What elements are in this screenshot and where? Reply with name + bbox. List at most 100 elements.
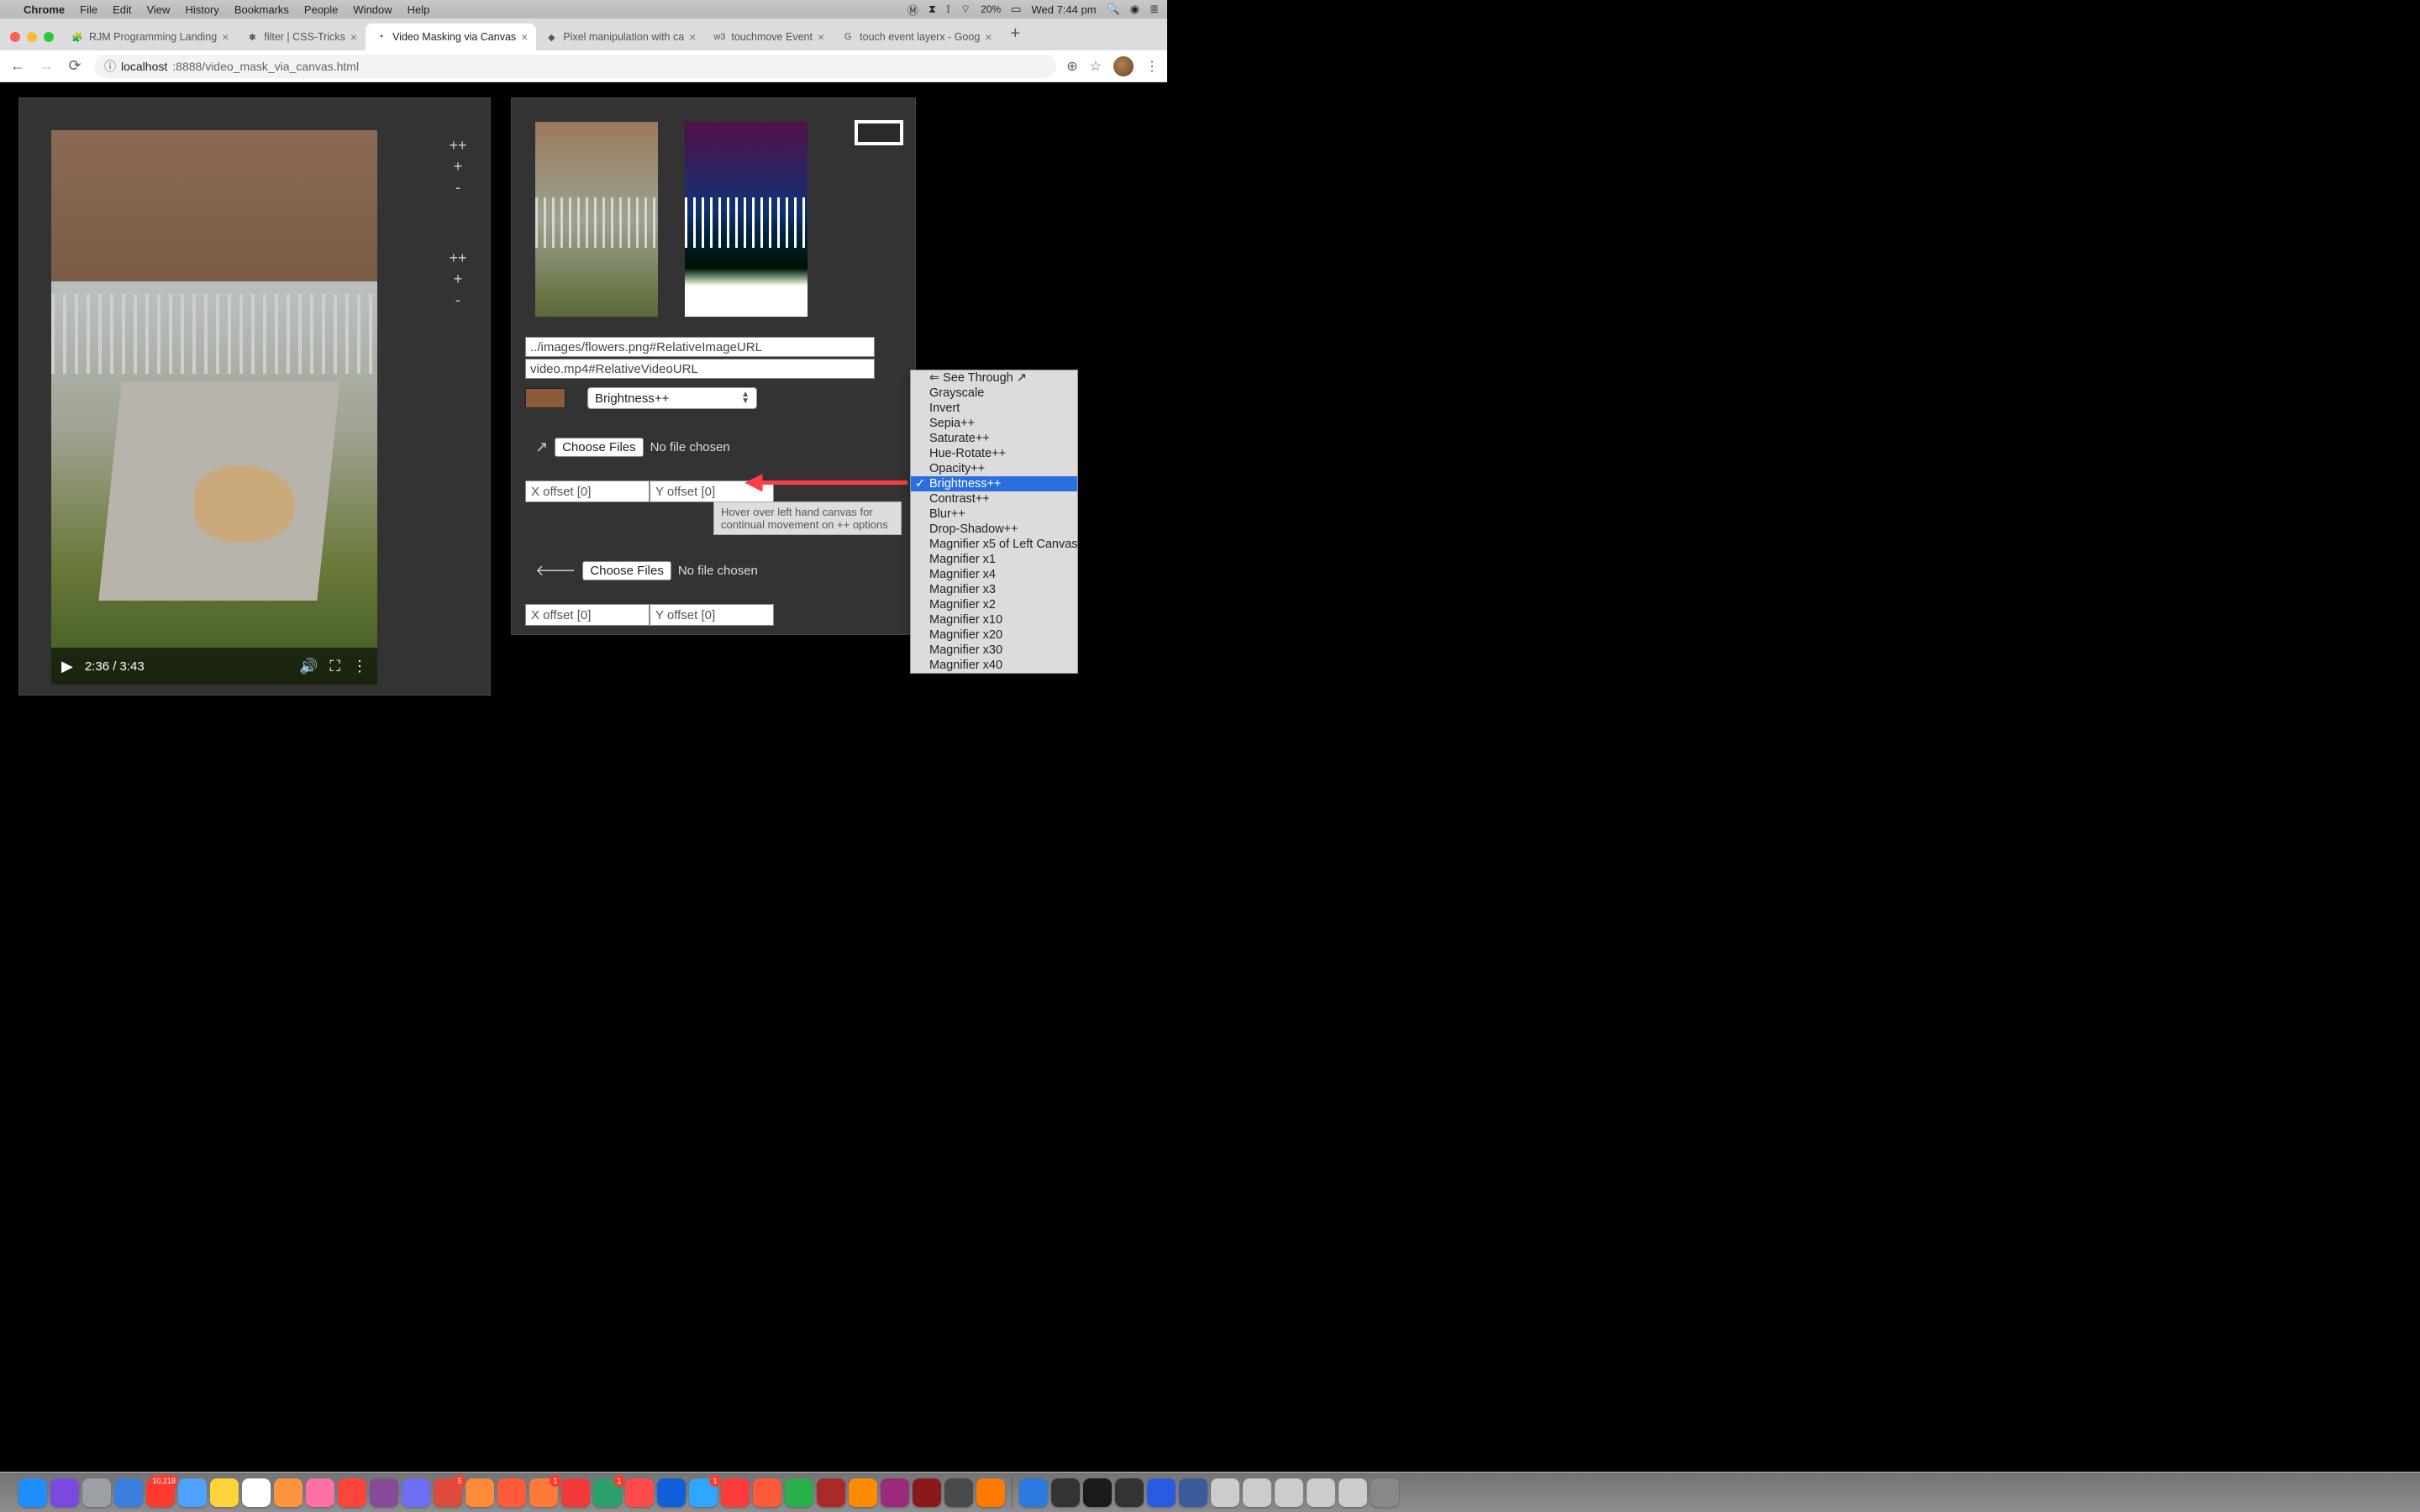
bookmark-star-icon[interactable]: ☆ [1090,58,1102,75]
tab-close-icon[interactable]: × [818,30,824,44]
browser-tab[interactable]: w3touchmove Event× [704,24,833,50]
notification-center-icon[interactable]: ≣ [1150,3,1159,16]
dock-app-icon[interactable] [114,1478,143,1507]
siri-icon[interactable]: ◉ [1130,3,1139,16]
address-bar[interactable]: ⓘ localhost:8888/video_mask_via_canvas.h… [94,55,1056,78]
dropdown-item[interactable]: Magnifier x3 [911,582,1077,597]
dropdown-item[interactable]: Magnifier x2 [911,597,1077,612]
dropdown-item[interactable]: Magnifier x40 [911,658,1077,673]
plusplus-button[interactable]: ++ [441,248,475,269]
menu-file[interactable]: File [80,3,97,16]
dock-app-icon[interactable] [849,1478,877,1507]
left-canvas-thumb[interactable] [535,122,658,317]
dropdown-item[interactable]: Magnifier x30 [911,643,1077,658]
menu-edit[interactable]: Edit [113,3,131,16]
browser-tab[interactable]: ✱filter | CSS-Tricks× [237,24,366,50]
dock-app-icon[interactable] [497,1478,526,1507]
dock-app-icon[interactable] [657,1478,686,1507]
dock-app-icon[interactable] [402,1478,430,1507]
wifi-icon[interactable]: ⌔ [960,3,971,16]
dropdown-item[interactable]: Sepia++ [911,416,1077,431]
dock-app-icon[interactable] [242,1478,271,1507]
dropdown-item[interactable]: Saturate++ [911,431,1077,446]
dropdown-item[interactable]: Blur++ [911,507,1077,522]
tab-close-icon[interactable]: × [985,30,992,44]
dock-app-icon[interactable]: 1 [593,1478,622,1507]
dock-app-icon[interactable] [817,1478,845,1507]
x-offset-input-2[interactable] [525,604,650,626]
tab-close-icon[interactable]: × [222,30,229,44]
dock-app-icon[interactable] [178,1478,207,1507]
minus-button[interactable]: - [441,290,475,311]
dock-app-icon[interactable] [976,1478,1005,1507]
dock-app-icon[interactable] [1019,1478,1048,1507]
color-swatch-box[interactable] [855,120,903,145]
x-offset-input-1[interactable] [525,480,650,502]
back-button[interactable]: ← [8,57,27,75]
menu-view[interactable]: View [146,3,170,16]
dock-app-icon[interactable] [625,1478,654,1507]
dock-app-icon[interactable] [1307,1478,1335,1507]
dock-app-icon[interactable] [50,1478,79,1507]
menu-window[interactable]: Window [353,3,392,16]
dock-app-icon[interactable] [1083,1478,1112,1507]
color-picker-swatch[interactable] [525,388,566,408]
dock-app-icon[interactable] [370,1478,398,1507]
dock-app-icon[interactable] [466,1478,494,1507]
status-icon[interactable]: Ⓜ [908,2,918,18]
dropdown-item[interactable]: Magnifier x20 [911,627,1077,643]
dock-app-icon[interactable] [210,1478,239,1507]
video-url-input[interactable] [525,359,875,379]
dropdown-item[interactable]: ⇐ See Through ↗ [911,370,1077,386]
clock[interactable]: Wed 7:44 pm [1031,3,1096,16]
new-tab-button[interactable]: + [1000,24,1030,50]
dropdown-item[interactable]: Invert [911,401,1077,416]
dock-app-icon[interactable] [1211,1478,1239,1507]
choose-files-button[interactable]: Choose Files [582,561,671,580]
tab-close-icon[interactable]: × [689,30,696,44]
image-url-input[interactable] [525,337,875,357]
browser-tab[interactable]: ◔Video Masking via Canvas× [366,24,536,50]
dropdown-item[interactable]: Drop-Shadow++ [911,522,1077,537]
fullscreen-icon[interactable]: ⛶ [329,658,340,675]
dropdown-item[interactable]: Magnifier x5 of Left Canvas [911,537,1077,552]
menu-people[interactable]: People [304,3,338,16]
dock-app-icon[interactable] [881,1478,909,1507]
play-button-icon[interactable]: ▶ [61,658,73,675]
dock-app-icon[interactable]: 1 [689,1478,718,1507]
status-icon[interactable]: ⧗ [929,3,936,16]
battery-icon[interactable]: ▭ [1011,3,1021,16]
screencast-icon[interactable]: ⟟ [946,3,950,16]
dock-app-icon[interactable]: 1 [529,1478,558,1507]
browser-tab[interactable]: Gtouch event layerx - Goog× [833,24,1000,50]
y-offset-input-2[interactable] [650,604,774,626]
profile-avatar[interactable] [1113,56,1134,76]
dropdown-item[interactable]: Grayscale [911,386,1077,401]
filter-dropdown-menu[interactable]: ⇐ See Through ↗GrayscaleInvertSepia++Sat… [910,370,1078,674]
dock-app-icon[interactable] [785,1478,813,1507]
dock-app-icon[interactable] [721,1478,750,1507]
dock-app-icon[interactable] [1051,1478,1080,1507]
dropdown-item[interactable]: Hue-Rotate++ [911,446,1077,461]
dock-app-icon[interactable]: 10,218 [146,1478,175,1507]
dock-app-icon[interactable] [1243,1478,1271,1507]
chrome-menu-icon[interactable]: ⋮ [1145,58,1159,75]
dropdown-item[interactable]: Brightness++ [911,476,1077,491]
dock-app-icon[interactable] [1147,1478,1176,1507]
minus-button[interactable]: - [441,177,475,198]
dock-app-icon[interactable] [1179,1478,1207,1507]
dock-app-icon[interactable] [753,1478,781,1507]
spotlight-icon[interactable]: 🔍 [1107,3,1120,16]
menu-bookmarks[interactable]: Bookmarks [234,3,289,16]
browser-tab[interactable]: 🧩RJM Programming Landing× [62,24,237,50]
dock-app-icon[interactable] [1370,1478,1399,1507]
dock-app-icon[interactable] [306,1478,334,1507]
browser-tab[interactable]: ◆Pixel manipulation with ca× [536,24,704,50]
site-info-icon[interactable]: ⓘ [104,58,116,75]
dropdown-item[interactable]: Magnifier x4 [911,567,1077,582]
forward-button[interactable]: → [37,57,55,75]
dock-app-icon[interactable] [82,1478,111,1507]
app-name[interactable]: Chrome [24,3,65,16]
plus-button[interactable]: + [441,269,475,290]
dock-app-icon[interactable] [18,1478,47,1507]
